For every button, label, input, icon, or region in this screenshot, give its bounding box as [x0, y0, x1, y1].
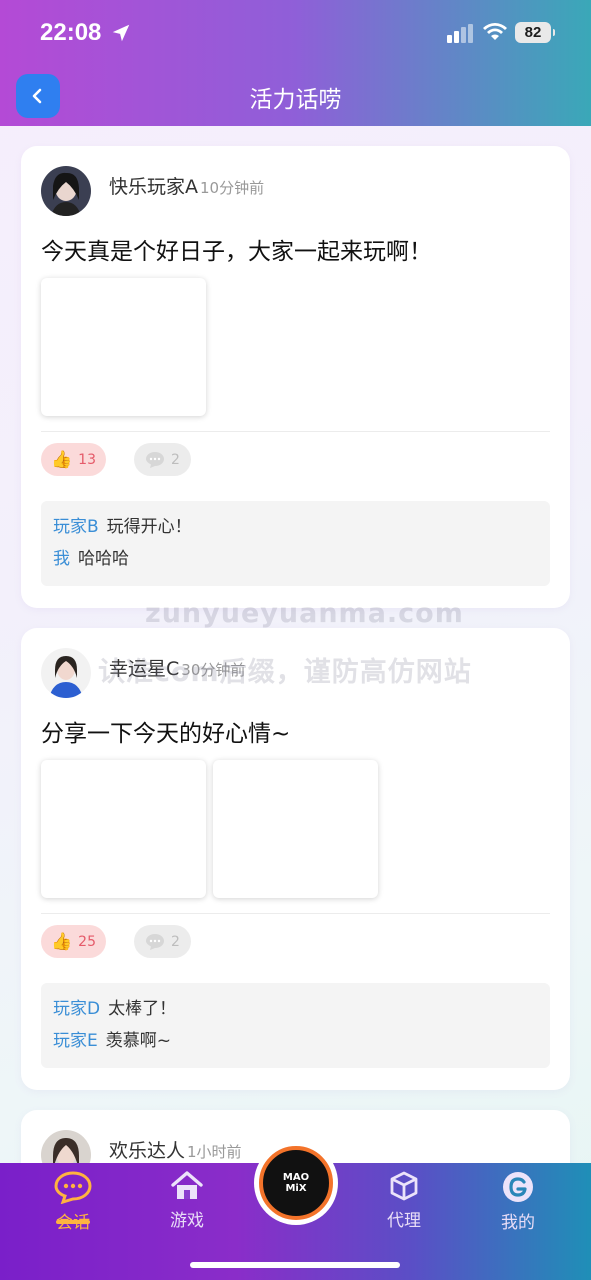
- thumbs-up-icon: 👍: [51, 449, 73, 470]
- post-card: 幸运星C 30分钟前 分享一下今天的好心情~ 👍 25 2 玩家D 太棒了！ 玩家E…: [21, 628, 570, 1090]
- like-button[interactable]: 👍 25: [41, 925, 106, 958]
- username-text: 快乐玩家A: [109, 176, 198, 198]
- like-button[interactable]: 👍 13: [41, 443, 106, 476]
- home-icon: [171, 1171, 203, 1199]
- post-image[interactable]: [213, 760, 378, 898]
- comment-item: 玩家B 玩得开心！: [53, 511, 538, 543]
- logo-text: MAO: [282, 1172, 310, 1183]
- status-bar: 22:08 82: [0, 0, 591, 66]
- cellular-signal-icon: [447, 24, 475, 43]
- nav-item-agent[interactable]: 代理: [364, 1170, 444, 1231]
- nav-item-profile[interactable]: 我的: [478, 1170, 558, 1233]
- chat-bubble-icon: [54, 1171, 92, 1204]
- page-title: 活力话唠: [249, 87, 342, 113]
- watermark-line: zunyueyuanma.com: [145, 598, 464, 629]
- nav-item-games[interactable]: 游戏: [147, 1170, 227, 1231]
- nav-label: 我的: [501, 1213, 535, 1233]
- divider: [41, 431, 550, 432]
- divider: [41, 913, 550, 914]
- post-card: 快乐玩家A 10分钟前 今天真是个好日子，大家一起来玩啊！ 👍 13 2 玩家B 玩…: [21, 146, 570, 608]
- comment-count: 2: [171, 933, 180, 950]
- center-logo-button[interactable]: MAO MiX: [254, 1141, 338, 1225]
- status-time: 22:08: [40, 19, 102, 46]
- battery-indicator: 82: [515, 22, 555, 43]
- logo-text: MiX: [285, 1183, 307, 1194]
- header: 22:08 82 活力话唠: [0, 0, 591, 126]
- comment-button[interactable]: 2: [134, 443, 191, 476]
- comment-count: 2: [171, 451, 180, 468]
- comment-author[interactable]: 玩家D: [53, 999, 100, 1019]
- avatar[interactable]: [41, 166, 91, 216]
- location-arrow-icon: [112, 24, 130, 42]
- wifi-icon: [483, 23, 507, 40]
- post-text: 分享一下今天的好心情~: [41, 721, 291, 747]
- avatar[interactable]: [41, 648, 91, 698]
- comment-text: 太棒了！: [108, 999, 177, 1019]
- profile-g-icon: [503, 1172, 533, 1202]
- comment-text: 哈哈哈: [78, 549, 129, 569]
- comment-text: 羡慕啊~: [105, 1031, 171, 1051]
- post-image[interactable]: [41, 760, 206, 898]
- thumbs-up-icon: 👍: [51, 931, 73, 952]
- watermark-line: 认准com后缀，谨防高仿网站: [98, 657, 472, 688]
- like-count: 25: [78, 933, 96, 950]
- cube-icon: [390, 1171, 418, 1201]
- comment-bubble-icon: [146, 451, 165, 468]
- comment-author[interactable]: 玩家E: [53, 1031, 98, 1051]
- nav-label: 代理: [387, 1211, 421, 1231]
- comment-button[interactable]: 2: [134, 925, 191, 958]
- nav-active-indicator: [56, 1220, 90, 1224]
- post-text: 今天真是个好日子，大家一起来玩啊！: [41, 239, 432, 265]
- comment-list: 玩家D 太棒了！ 玩家E 羡慕啊~: [41, 983, 550, 1068]
- comment-item: 玩家D 太棒了！: [53, 993, 538, 1025]
- comment-text: 玩得开心！: [106, 517, 192, 537]
- post-username: 欢乐达人 1小时前: [109, 1136, 242, 1163]
- maomix-logo-icon: MAO MiX: [259, 1146, 333, 1220]
- comment-bubble-icon: [146, 933, 165, 950]
- nav-label: 游戏: [170, 1211, 204, 1231]
- post-time: 10分钟前: [200, 179, 265, 197]
- post-time: 1小时前: [187, 1143, 242, 1161]
- like-count: 13: [78, 451, 96, 468]
- comment-item: 玩家E 羡慕啊~: [53, 1025, 538, 1057]
- home-indicator: [190, 1262, 400, 1268]
- post-username: 快乐玩家A 10分钟前: [109, 172, 264, 199]
- comment-author[interactable]: 我: [53, 549, 70, 569]
- post-image[interactable]: [41, 278, 206, 416]
- comment-item: 我哈哈哈: [53, 543, 538, 575]
- comment-list: 玩家B 玩得开心！ 我哈哈哈: [41, 501, 550, 586]
- username-text: 欢乐达人: [109, 1140, 186, 1162]
- comment-author[interactable]: 玩家B: [53, 517, 99, 537]
